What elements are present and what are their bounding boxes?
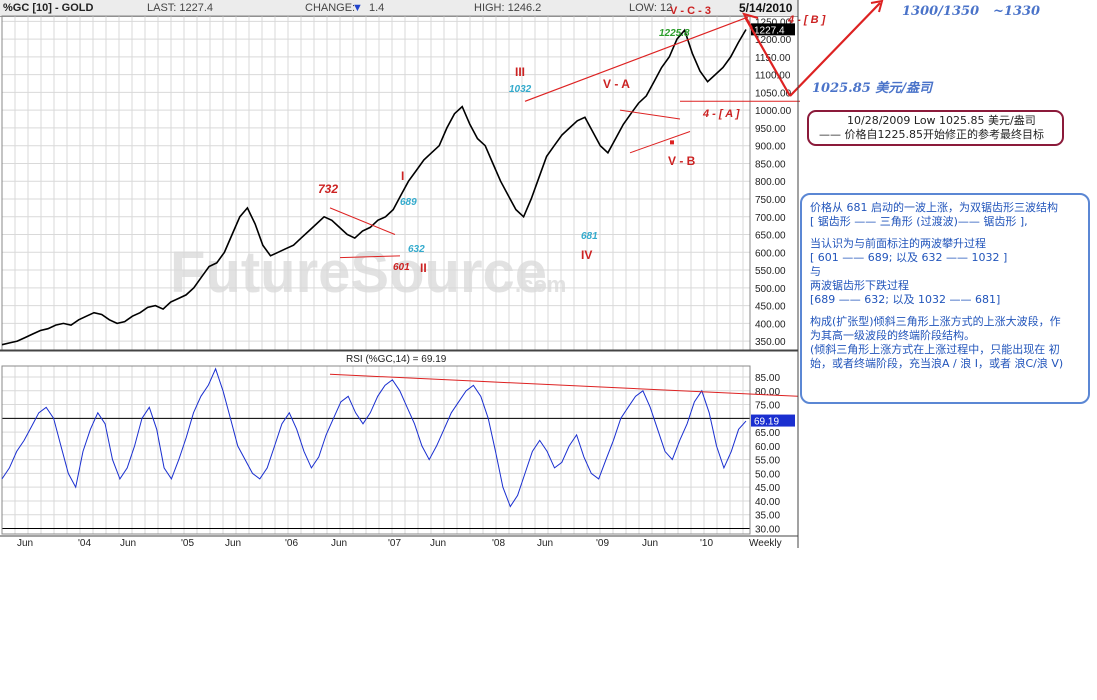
x-axis-label: Jun [331, 538, 347, 549]
rsi-trend-line [329, 373, 799, 397]
rsi-tick-label: 50.00 [755, 469, 780, 480]
price-tick-label: 750.00 [755, 195, 786, 206]
trend-line [524, 16, 749, 102]
price-tick-label: 650.00 [755, 231, 786, 242]
rsi-last-value: 69.19 [754, 417, 779, 428]
rsi-tick-label: 80.00 [755, 387, 780, 398]
price-tick-label: 950.00 [755, 124, 786, 135]
price-tick-label: 850.00 [755, 159, 786, 170]
note1-line1: 10/28/2009 Low 1025.85 美元/盎司 [847, 114, 1036, 127]
note2-line: [ 锯齿形 —— 三角形 (过渡波)—— 锯齿形 ], [810, 215, 1028, 228]
wave-label: II [420, 261, 427, 275]
note2-line: 两波锯齿形下跌过程 [810, 279, 909, 292]
wave-label: 732 [318, 182, 338, 196]
watermark: FutureSource [170, 240, 547, 305]
x-axis-label: Jun [120, 538, 136, 549]
note2-line [810, 307, 1082, 315]
note2-line: 与 [810, 265, 821, 278]
rsi-tick-label: 40.00 [755, 497, 780, 508]
note2-line: 为其高一级波段的终端阶段结构。 [810, 329, 975, 342]
wave-label: 4 - [ B ] [787, 14, 826, 26]
price-tick-label: 1100.00 [755, 71, 791, 82]
x-axis-label: '06 [285, 538, 298, 549]
wave-label: 601 [393, 262, 410, 273]
wave-label: 1225.8 [659, 28, 690, 39]
wave-analysis-note: 价格从 681 启动的一波上涨，为双锯齿形三波结构[ 锯齿形 —— 三角形 (过… [800, 193, 1090, 404]
rsi-tick-label: 85.00 [755, 373, 780, 384]
low-price-label: 1025.85 美元/盎司 [812, 81, 933, 96]
rsi-tick-label: 75.00 [755, 401, 780, 412]
x-axis-label: Jun [537, 538, 553, 549]
price-tick-label: 450.00 [755, 302, 786, 313]
rsi-tick-label: 35.00 [755, 511, 780, 522]
x-axis-label: Jun [430, 538, 446, 549]
price-tick-label: 550.00 [755, 266, 786, 277]
wave-label: I [401, 169, 404, 183]
note2-line: 构成(扩张型)倾斜三角形上涨方式的上涨大波段，作 [810, 315, 1061, 328]
forecast-alt-label: ~1330 [993, 4, 1041, 19]
x-axis-label: Weekly [749, 538, 782, 549]
rsi-tick-label: 45.00 [755, 483, 780, 494]
x-axis-label: '07 [388, 538, 401, 549]
wave-label: V - B [668, 154, 696, 168]
note2-line: 价格从 681 启动的一波上涨，为双锯齿形三波结构 [810, 201, 1058, 214]
wave-label: V - A [603, 77, 630, 91]
rsi-tick-label: 65.00 [755, 428, 780, 439]
wave-label: IV [581, 248, 592, 262]
wave-label: 1032 [509, 84, 532, 95]
note2-line: (倾斜三角形上涨方式在上涨过程中，只能出现在 初 [810, 343, 1060, 356]
wave-label: V - C - 3 [670, 5, 711, 17]
x-axis-label: Jun [225, 538, 241, 549]
forecast-top-label: 1300/1350 [902, 4, 980, 19]
x-axis-label: '08 [492, 538, 505, 549]
note1-line2: —— 价格自1225.85开始修正的参考最终目标 [819, 128, 1044, 141]
watermark-suffix: .com [515, 272, 566, 297]
rsi-tick-label: 55.00 [755, 456, 780, 467]
chart-root: %GC [10] - GOLD LAST: 1227.4 CHANGE: ▼ 1… [0, 0, 1097, 700]
note2-line [810, 229, 1082, 237]
price-tick-label: 700.00 [755, 213, 786, 224]
trend-marker [670, 140, 674, 145]
price-tick-label: 1000.00 [755, 106, 792, 117]
wave-label: 681 [581, 231, 598, 242]
price-tick-label: 600.00 [755, 248, 786, 259]
x-axis-label: '05 [181, 538, 194, 549]
rsi-series-line [1, 367, 747, 508]
rsi-tick-label: 30.00 [755, 524, 780, 535]
wave-label: 632 [408, 244, 425, 255]
x-axis-label: '10 [700, 538, 713, 549]
rsi-tick-label: 60.00 [755, 442, 780, 453]
note2-line: [689 —— 632; 以及 1032 —— 681] [810, 293, 1001, 306]
x-axis-label: '04 [78, 538, 91, 549]
x-axis-label: Jun [17, 538, 33, 549]
price-tick-label: 350.00 [755, 337, 786, 348]
price-tick-label: 500.00 [755, 284, 786, 295]
low-target-note: 10/28/2009 Low 1025.85 美元/盎司 —— 价格自1225.… [807, 110, 1064, 146]
price-last-value: 1227.4 [754, 25, 785, 36]
wave-label: 689 [400, 197, 417, 208]
x-axis-label: Jun [642, 538, 658, 549]
wave-label: 4 - [ A ] [702, 108, 740, 120]
note2-line: 当认识为与前面标注的两波攀升过程 [810, 237, 986, 250]
price-tick-label: 400.00 [755, 319, 786, 330]
price-tick-label: 1150.00 [755, 53, 791, 64]
rsi-title: RSI (%GC,14) = 69.19 [346, 354, 447, 365]
x-axis-label: '09 [596, 538, 609, 549]
note2-line: 始，或者终端阶段，充当浪A / 浪 I，或者 浪C/浪 V) [810, 357, 1064, 370]
note2-line: [ 601 —— 689; 以及 632 —— 1032 ] [810, 251, 1008, 264]
price-tick-label: 900.00 [755, 142, 786, 153]
wave-label: III [515, 65, 525, 79]
price-tick-label: 800.00 [755, 177, 786, 188]
